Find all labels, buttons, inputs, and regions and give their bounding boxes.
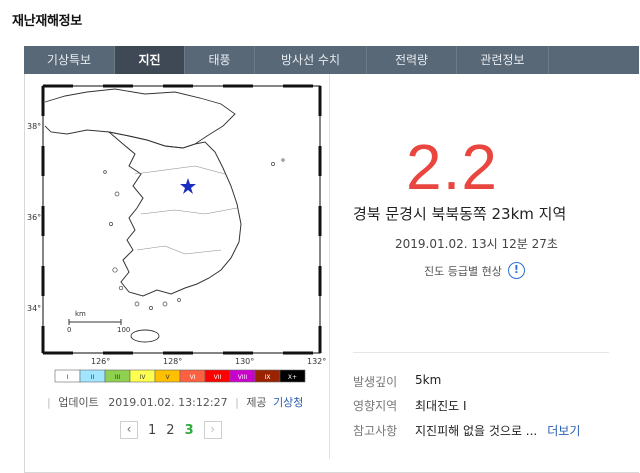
intensity-label-8: VIII	[238, 374, 248, 381]
update-label: 업데이트	[58, 396, 99, 409]
page-1[interactable]: 1	[148, 423, 156, 438]
lat-label-38: 38°	[27, 122, 41, 131]
depth-label: 발생깊이	[353, 375, 398, 389]
scale-unit: km	[75, 310, 86, 318]
intensity-label-2: II	[91, 374, 95, 381]
intensity-label-1: I	[67, 374, 69, 381]
page-2[interactable]: 2	[166, 423, 174, 438]
earthquake-panel: 38° 36° 34° 126° 128° 130° 132° km 0 100…	[24, 74, 639, 473]
lat-label-36: 36°	[27, 213, 41, 222]
scale-tick-100: 100	[117, 326, 130, 334]
tab-radiation[interactable]: 방사선 수치	[255, 46, 367, 74]
lon-label-132: 132°	[307, 357, 326, 366]
earthquake-map[interactable]: 38° 36° 34° 126° 128° 130° 132° km 0 100…	[25, 74, 330, 394]
info-icon[interactable]: !	[507, 262, 525, 279]
map-column: 38° 36° 34° 126° 128° 130° 132° km 0 100…	[25, 74, 330, 459]
lon-label-130: 130°	[235, 357, 254, 366]
affected-area-value: 최대진도 Ⅰ	[415, 399, 467, 413]
detail-divider	[353, 352, 609, 353]
chevron-right-icon[interactable]: ›	[203, 421, 222, 439]
lon-label-128: 128°	[163, 357, 182, 366]
pagination: ‹ 1 2 3 ›	[120, 421, 222, 439]
tab-earthquake[interactable]: 지진	[115, 46, 185, 74]
intensity-info-link[interactable]: 진도 등급별 현상 !	[424, 262, 525, 279]
lon-label-126: 126°	[91, 357, 110, 366]
more-link[interactable]: 더보기	[547, 422, 580, 439]
chevron-left-icon[interactable]: ‹	[120, 421, 138, 439]
intensity-label-3: III	[115, 374, 121, 381]
update-separator: |	[235, 396, 239, 409]
intensity-label-6: VI	[190, 374, 196, 381]
lat-label-34: 34°	[27, 304, 41, 313]
page-3[interactable]: 3	[185, 423, 194, 438]
provider-label: 제공	[246, 396, 267, 409]
intensity-label-7: VII	[214, 374, 222, 381]
tab-typhoon[interactable]: 태풍	[185, 46, 255, 74]
quake-datetime: 2019.01.02. 13시 12분 27초	[395, 237, 558, 251]
notes-value: 지진피해 없을 것으로 ...	[415, 424, 538, 438]
update-row: | 업데이트 2019.01.02. 13:12:27 | 제공 기상청	[25, 394, 330, 410]
depth-value: 5km	[415, 373, 442, 387]
tab-bar: 기상특보 지진 태풍 방사선 수치 전력량 관련정보	[24, 46, 639, 74]
tab-weather-warning[interactable]: 기상특보	[24, 46, 115, 74]
detail-notes: 참고사항 지진피해 없을 것으로 ... 더보기	[353, 422, 580, 439]
affected-area-label: 영향지역	[353, 399, 398, 413]
update-datetime: 2019.01.02. 13:12:27	[108, 396, 228, 409]
scale-tick-0: 0	[67, 326, 71, 334]
quake-location: 경북 문경시 북북동쪽 23km 지역	[353, 205, 567, 223]
tab-power[interactable]: 전력량	[367, 46, 457, 74]
intensity-label-4: IV	[140, 374, 147, 381]
intensity-link-label: 진도 등급별 현상	[424, 264, 502, 278]
intensity-legend: I II III IV V VI VII VIII IX X+	[54, 369, 306, 383]
intensity-label-10: X+	[288, 374, 297, 381]
detail-affected-area: 영향지역 최대진도 Ⅰ	[353, 397, 467, 414]
intensity-label-9: IX	[265, 374, 271, 381]
provider-link[interactable]: 기상청	[273, 396, 303, 409]
magnitude-value: 2.2	[406, 131, 498, 203]
detail-depth: 발생깊이 5km	[353, 373, 441, 390]
notes-label: 참고사항	[353, 424, 398, 438]
page-title: 재난재해정보	[12, 14, 82, 29]
tab-related-info[interactable]: 관련정보	[457, 46, 549, 74]
update-separator-left: |	[47, 396, 51, 409]
